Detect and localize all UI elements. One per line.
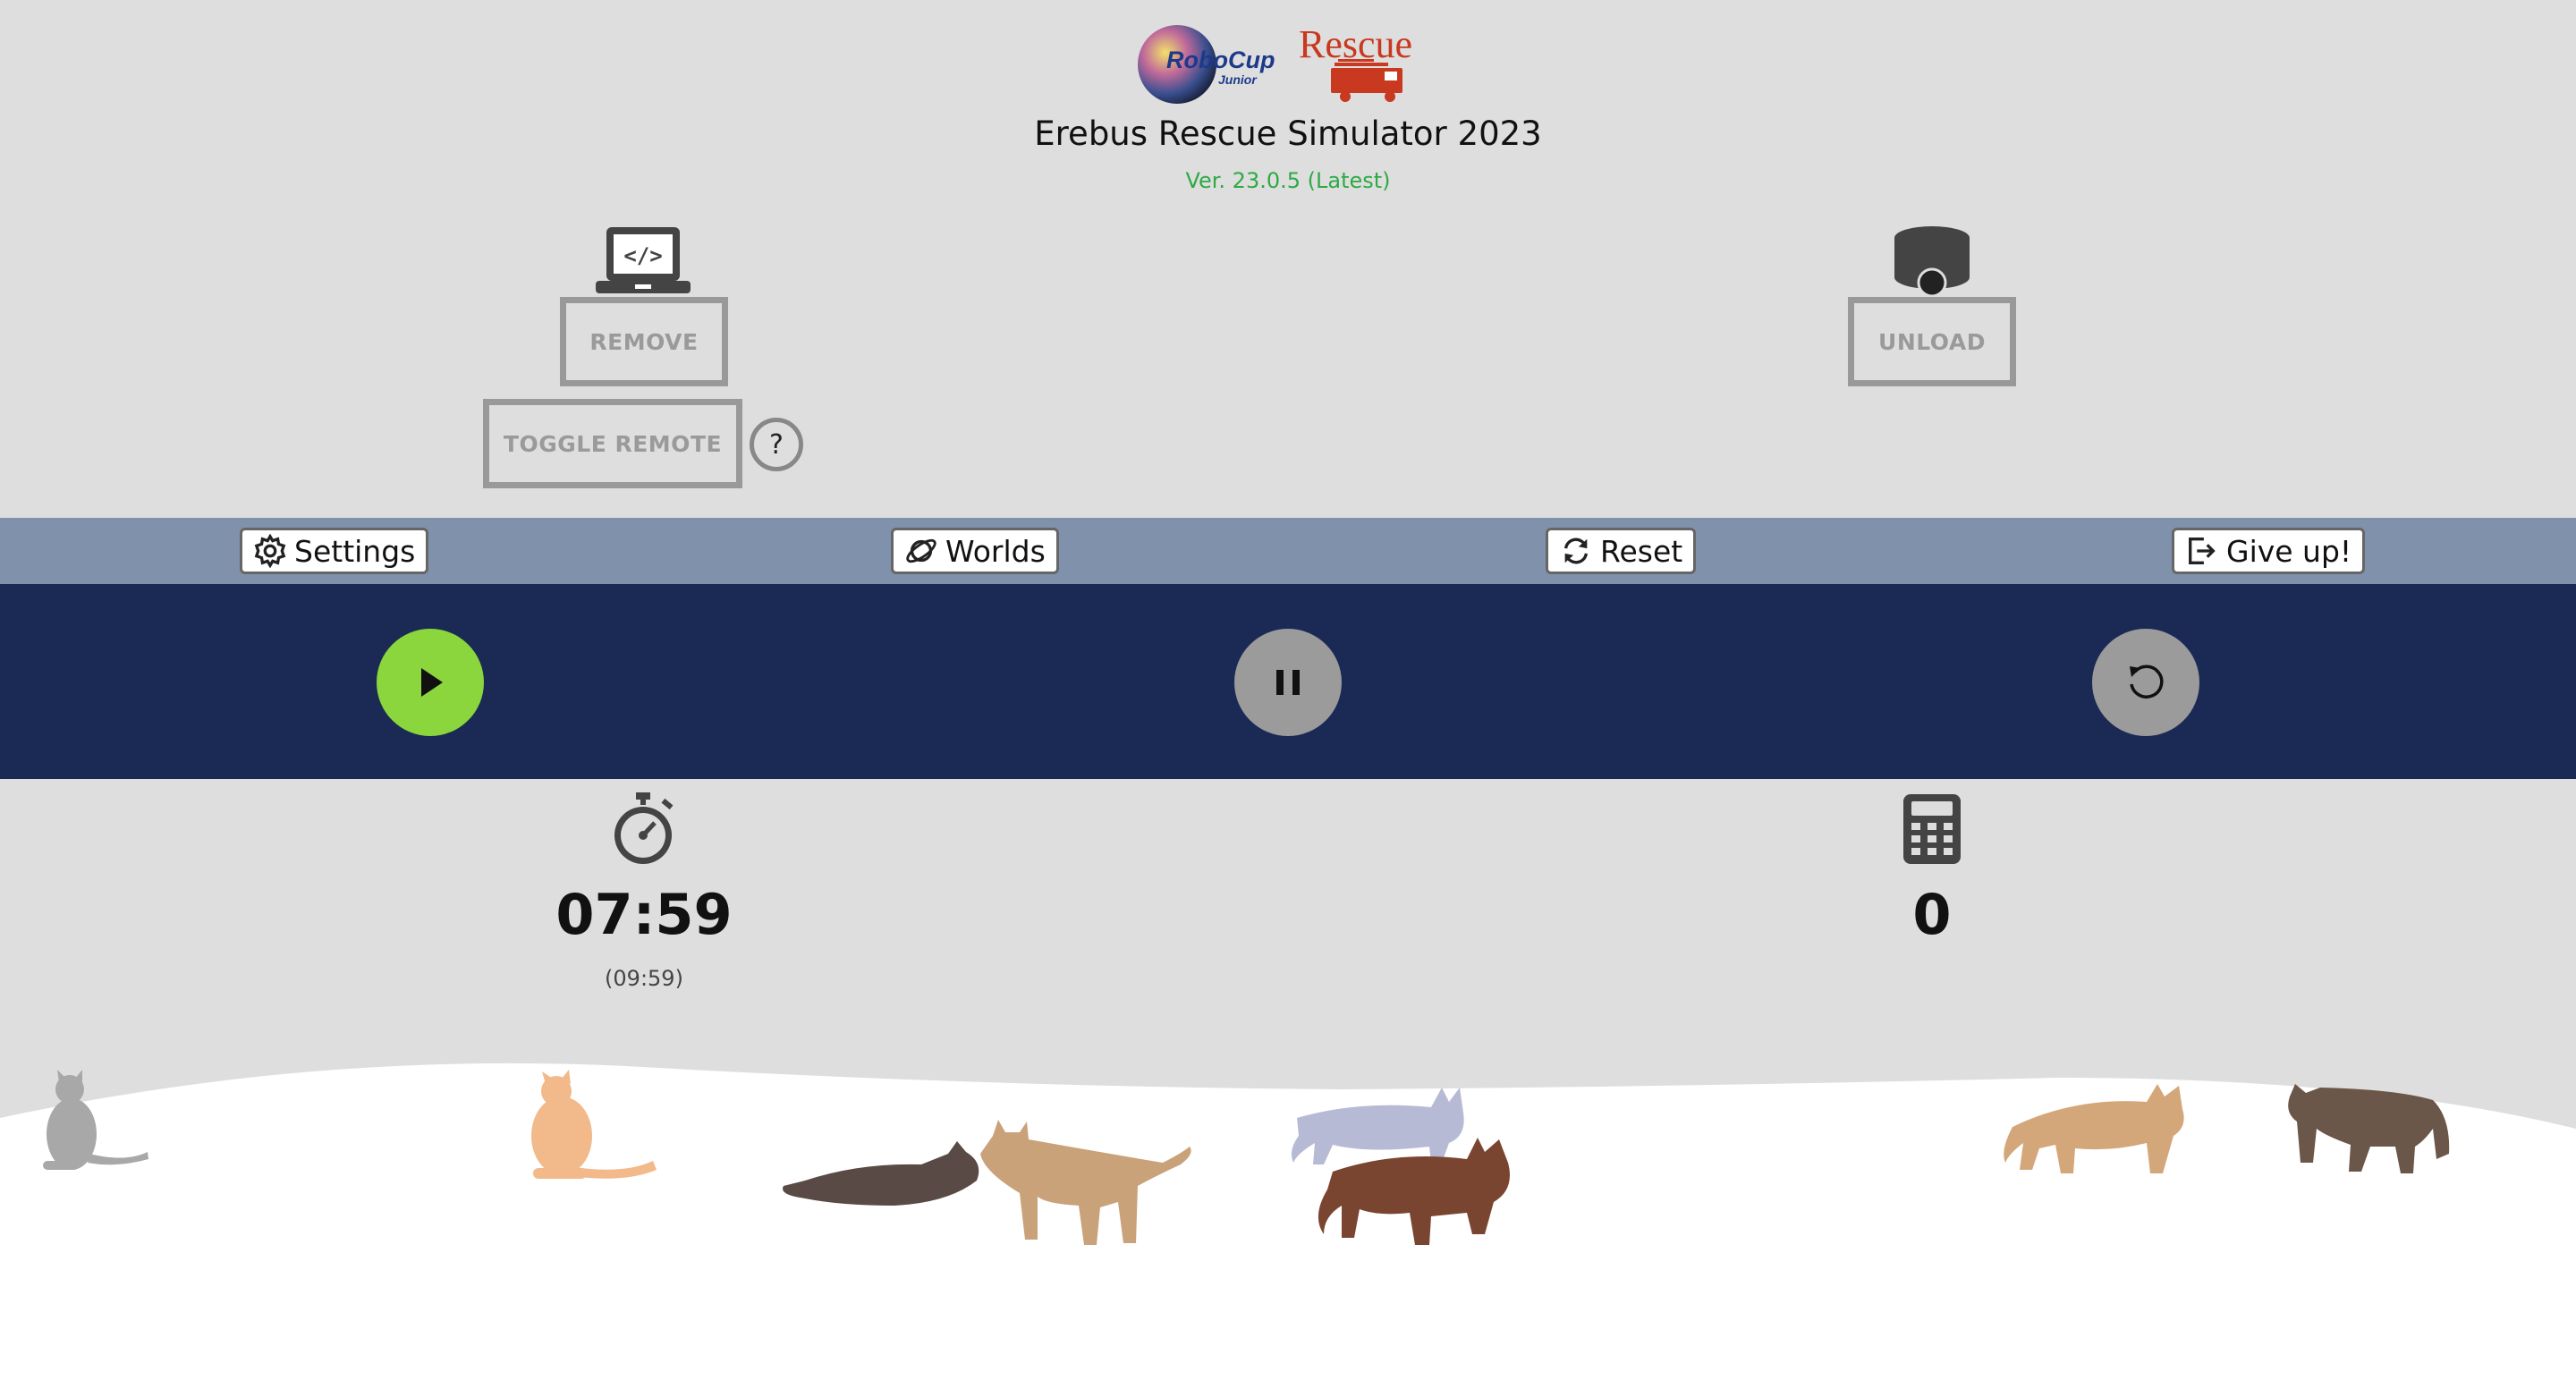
logos: RoboCup Junior Rescue	[1136, 21, 1449, 107]
svg-text:</>: </>	[623, 243, 662, 268]
gear-icon	[254, 534, 286, 568]
play-icon	[421, 668, 443, 697]
version-label: Ver. 23.0.5 (Latest)	[1185, 168, 1391, 193]
give-up-button[interactable]: Give up!	[2172, 528, 2366, 574]
stopwatch-icon	[614, 792, 674, 864]
play-button[interactable]	[377, 629, 484, 736]
worlds-button[interactable]: Worlds	[891, 528, 1059, 574]
reset-label: Reset	[1600, 533, 1683, 569]
timer-real-value: (09:59)	[605, 966, 683, 991]
toolbar: Settings Worlds Reset Give up!	[0, 518, 2576, 584]
score-value: 0	[1912, 882, 1952, 947]
control-bar	[0, 584, 2576, 779]
worlds-label: Worlds	[945, 533, 1046, 569]
timer-value: 07:59	[555, 882, 733, 947]
rescue-logo: Rescue	[1299, 27, 1412, 102]
restart-icon	[2130, 665, 2164, 698]
robocup-junior-logo: RoboCup Junior	[1138, 25, 1275, 104]
unload-button[interactable]: UNLOAD	[1848, 297, 2016, 386]
give-up-label: Give up!	[2226, 533, 2352, 569]
laptop-code-icon: </>	[596, 227, 691, 293]
toggle-remote-button[interactable]: TOGGLE REMOTE	[483, 399, 742, 488]
settings-label: Settings	[294, 533, 416, 569]
cats-snow-decoration	[0, 1063, 2576, 1397]
settings-button[interactable]: Settings	[240, 528, 429, 574]
planet-icon	[906, 538, 936, 563]
robot-icon	[1894, 226, 1970, 298]
restart-button[interactable]	[2092, 629, 2199, 736]
help-button[interactable]: ?	[750, 418, 803, 471]
reset-button[interactable]: Reset	[1546, 528, 1697, 574]
sync-icon	[1563, 538, 1589, 564]
calculator-icon	[1903, 794, 1961, 864]
remove-button[interactable]: REMOVE	[560, 297, 728, 386]
svg-text:Junior: Junior	[1218, 72, 1258, 87]
exit-icon	[2189, 538, 2216, 564]
svg-text:RoboCup: RoboCup	[1166, 47, 1275, 73]
app-title: Erebus Rescue Simulator 2023	[1034, 114, 1542, 153]
pause-button[interactable]	[1234, 629, 1342, 736]
pause-icon	[1276, 670, 1300, 695]
